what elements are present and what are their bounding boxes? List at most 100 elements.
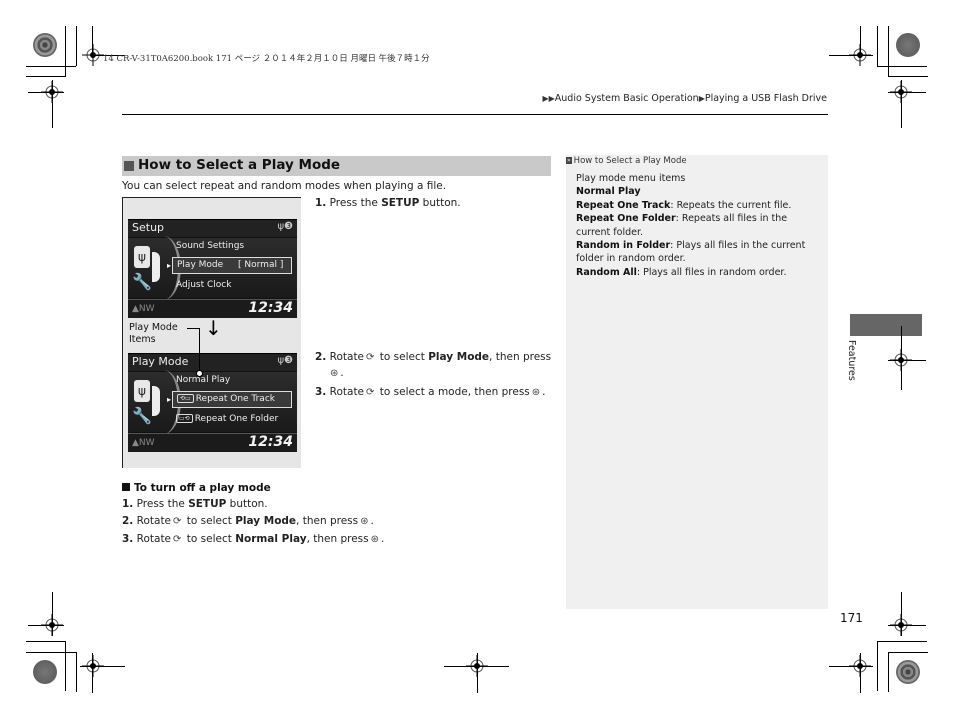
screen-body: ψ 🔧 Normal Play ⟲▭Repeat One Track ▭⟲Rep… bbox=[128, 370, 297, 434]
rotate-knob-icon: ⟳ bbox=[173, 534, 182, 545]
chapter-tab[interactable] bbox=[850, 314, 922, 336]
chapter-tab-label: Features bbox=[846, 340, 857, 381]
sidebar-term: Random All bbox=[576, 266, 637, 278]
step-number: 3. bbox=[122, 533, 134, 545]
step-text: Rotate bbox=[329, 386, 365, 398]
menu-item-play-mode: Play Mode [ Normal ] bbox=[167, 257, 292, 274]
step-number: 1. bbox=[315, 197, 327, 209]
compass-heading: ▲NW bbox=[132, 304, 155, 314]
step-number: 3. bbox=[315, 386, 327, 398]
usb-bluetooth-icon: ψ❸ bbox=[277, 221, 293, 232]
sidebar-item: Repeat One Folder: Repeats all files in … bbox=[576, 212, 822, 239]
sidebar-body: Play mode menu items Normal Play Repeat … bbox=[576, 172, 822, 279]
callout-label: Play Mode Items bbox=[129, 322, 178, 346]
step-number: 1. bbox=[122, 498, 134, 510]
square-bullet-icon bbox=[122, 483, 130, 491]
breadcrumb-item[interactable]: Playing a USB Flash Drive bbox=[705, 93, 827, 104]
screen-title: Setup bbox=[132, 221, 165, 234]
dial-indicator bbox=[152, 386, 160, 416]
rotate-knob-icon: ⟳ bbox=[366, 387, 375, 398]
print-header: 14 CR-V-31T0A6200.book 171 ページ ２０１４年２月１０… bbox=[103, 54, 430, 64]
step-1: 1. Press the SETUP button. bbox=[315, 197, 461, 209]
sidebar-item: Normal Play bbox=[576, 185, 822, 198]
step-text: . bbox=[542, 386, 546, 398]
step-keyword: Play Mode bbox=[235, 515, 297, 527]
color-rosette-icon bbox=[33, 660, 57, 684]
step-text: , then press bbox=[306, 533, 369, 545]
screen-titlebar: Play Mode ψ❸ bbox=[128, 354, 297, 371]
header-rule bbox=[122, 114, 828, 115]
press-knob-icon: ⊛ bbox=[531, 387, 541, 398]
press-knob-icon: ⊛ bbox=[330, 368, 339, 379]
sidebar-item: Random in Folder: Plays all files in the… bbox=[576, 239, 822, 266]
step-text: to select bbox=[183, 533, 236, 545]
play-mode-screen: Play Mode ψ❸ ψ 🔧 Normal Play ⟲▭Repeat On… bbox=[128, 353, 297, 452]
callout-label-line: Play Mode bbox=[129, 322, 178, 333]
clock-display: 12:34 bbox=[248, 300, 293, 316]
sidebar-item: Repeat One Track: Repeats the current fi… bbox=[576, 199, 822, 212]
step-number: 2. bbox=[315, 351, 327, 363]
section-header: How to Select a Play Mode bbox=[122, 156, 551, 176]
section-title: How to Select a Play Mode bbox=[138, 157, 341, 173]
sidebar-item: Random All: Plays all files in random or… bbox=[576, 266, 822, 279]
turn-off-step-3: 3. Rotate ⟳ to select Normal Play, then p… bbox=[122, 533, 385, 545]
step-keyword: SETUP bbox=[188, 498, 227, 510]
sidebar-term: Normal Play bbox=[576, 186, 641, 198]
screen-body: ψ 🔧 Sound Settings Play Mode [ Normal ] … bbox=[128, 236, 297, 300]
menu-item-value: [ Normal ] bbox=[238, 260, 284, 270]
repeat-folder-icon: ▭⟲ bbox=[176, 414, 193, 423]
step-text: Rotate bbox=[136, 515, 172, 527]
menu-item-adjust-clock: Adjust Clock bbox=[176, 280, 232, 290]
step-number: 2. bbox=[122, 515, 134, 527]
screen-title: Play Mode bbox=[132, 355, 189, 368]
sidebar-desc: : Repeats the current file. bbox=[670, 199, 792, 211]
step-text: to select a mode, then press bbox=[376, 386, 530, 398]
screen-titlebar: Setup ψ❸ bbox=[128, 220, 297, 237]
color-rosette-icon bbox=[896, 660, 920, 684]
page-number: 171 bbox=[840, 611, 863, 625]
menu-item-label: Repeat One Track bbox=[195, 394, 275, 404]
step-3: 3. Rotate ⟳ to select a mode, then press ⊛… bbox=[315, 386, 546, 398]
menu-item-label: Repeat One Folder bbox=[194, 414, 279, 424]
callout-dot bbox=[196, 370, 203, 377]
step-text: Rotate bbox=[136, 533, 172, 545]
section-intro: You can select repeat and random modes w… bbox=[122, 180, 447, 192]
subsection-title: To turn off a play mode bbox=[134, 482, 271, 494]
menu-item-repeat-one-folder: ▭⟲ Repeat One Folder bbox=[176, 414, 278, 424]
step-text: Press the bbox=[329, 197, 382, 209]
sidebar-reference[interactable]: » How to Select a Play Mode bbox=[566, 156, 687, 166]
step-text: , then press bbox=[296, 515, 359, 527]
sidebar-desc: : Plays all files in random order. bbox=[636, 266, 787, 278]
step-keyword: SETUP bbox=[381, 197, 420, 209]
step-text: , then press bbox=[489, 351, 552, 363]
setup-screen: Setup ψ❸ ψ 🔧 Sound Settings Play Mode [ … bbox=[128, 219, 297, 318]
step-text: to select bbox=[376, 351, 429, 363]
usb-bluetooth-icon: ψ❸ bbox=[277, 355, 293, 366]
breadcrumb: ▶▶Audio System Basic Operation▶Playing a… bbox=[542, 93, 827, 104]
sidebar-term: Repeat One Folder bbox=[576, 213, 676, 225]
callout-leader bbox=[187, 328, 199, 329]
clock-display: 12:34 bbox=[248, 434, 293, 450]
sidebar-reference-title: How to Select a Play Mode bbox=[573, 156, 687, 166]
step-keyword: Play Mode bbox=[428, 351, 490, 363]
down-arrow-icon: ↓ bbox=[205, 316, 222, 340]
square-bullet-icon bbox=[124, 161, 134, 171]
menu-item-sound-settings: Sound Settings bbox=[176, 241, 245, 251]
compass-heading: ▲NW bbox=[132, 438, 155, 448]
repeat-track-icon: ⟲▭ bbox=[177, 394, 194, 403]
rotate-knob-icon: ⟳ bbox=[173, 516, 182, 527]
screen-footer: ▲NW 12:34 bbox=[128, 433, 297, 452]
sidebar-term: Random in Folder bbox=[576, 240, 671, 252]
breadcrumb-item[interactable]: Audio System Basic Operation bbox=[555, 93, 699, 104]
color-rosette-icon bbox=[33, 33, 57, 57]
step-text: button. bbox=[419, 197, 461, 209]
press-knob-icon: ⊛ bbox=[370, 534, 380, 545]
menu-item-repeat-one-track: ⟲▭Repeat One Track bbox=[167, 391, 292, 408]
step-text: to select bbox=[183, 515, 236, 527]
double-right-triangle-icon: ▶▶ bbox=[542, 94, 555, 103]
subsection-heading: To turn off a play mode bbox=[122, 482, 271, 494]
rotate-knob-icon: ⟳ bbox=[366, 352, 375, 363]
step-2: 2. Rotate ⟳ to select Play Mode, then pre… bbox=[315, 351, 551, 363]
menu-item-normal-play: Normal Play bbox=[176, 375, 231, 385]
step-text: Rotate bbox=[329, 351, 365, 363]
